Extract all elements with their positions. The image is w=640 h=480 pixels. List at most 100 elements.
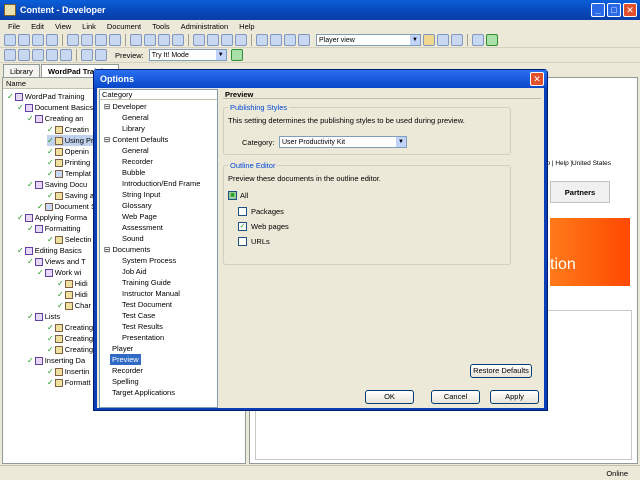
redo-icon[interactable] [144, 34, 156, 46]
new-icon[interactable] [4, 34, 16, 46]
section-icon[interactable] [18, 49, 30, 61]
tree-item[interactable]: ✓ Inserting Da [27, 355, 85, 366]
category-item[interactable]: System Process [122, 255, 176, 266]
category-item[interactable]: Introduction/End Frame [122, 178, 200, 189]
link-icon[interactable] [221, 34, 233, 46]
menu-help[interactable]: Help [239, 22, 254, 31]
move-down-icon[interactable] [95, 49, 107, 61]
tab-partners[interactable]: Partners [550, 181, 610, 203]
menu-view[interactable]: View [55, 22, 71, 31]
layout-icon[interactable] [423, 34, 435, 46]
tree-item[interactable]: ✓ Applying Forma [17, 212, 87, 223]
columns-icon[interactable] [451, 34, 463, 46]
menu-document[interactable]: Document [107, 22, 141, 31]
category-item[interactable]: Web Page [122, 211, 157, 222]
category-item[interactable]: Bubble [122, 167, 145, 178]
apply-button[interactable]: Apply [490, 390, 539, 404]
category-item[interactable]: Training Guide [122, 277, 171, 288]
publish-icon[interactable] [46, 34, 58, 46]
tree-item[interactable]: ✓ Insertin [47, 366, 89, 377]
tree-item[interactable]: ✓ Lists [27, 311, 60, 322]
category-item[interactable]: Library [122, 123, 145, 134]
category-item[interactable]: Instructor Manual [122, 288, 180, 299]
preview-mode-combo[interactable]: Try It! Mode ▼ [148, 49, 227, 61]
save-icon[interactable] [32, 34, 44, 46]
category-item[interactable]: Job Aid [122, 266, 147, 277]
tree-item[interactable]: ✓ Creating [47, 322, 93, 333]
tree-item[interactable]: ✓ Editing Basics [17, 245, 82, 256]
go-icon[interactable] [230, 49, 243, 61]
category-item[interactable]: Test Document [122, 299, 172, 310]
find-icon[interactable] [193, 34, 205, 46]
tab-library[interactable]: Library [3, 64, 40, 77]
category-item[interactable]: ⊟ Developer [104, 101, 147, 112]
tree-item[interactable]: ✓ Openin [47, 146, 89, 157]
menu-edit[interactable]: Edit [31, 22, 44, 31]
tree-item[interactable]: ✓ Creating [47, 333, 93, 344]
document-icon[interactable] [4, 49, 16, 61]
menu-administration[interactable]: Administration [181, 22, 229, 31]
category-item[interactable]: General [122, 145, 149, 156]
help-icon[interactable] [235, 34, 247, 46]
category-item[interactable]: Player [112, 343, 133, 354]
properties-icon[interactable] [472, 34, 484, 46]
region-links[interactable]: lp | Help ) [545, 160, 573, 167]
tree-item[interactable]: ✓ Using Pr [47, 135, 94, 146]
copy-icon[interactable] [81, 34, 93, 46]
checkbox-urls[interactable] [238, 237, 247, 246]
paste-icon[interactable] [95, 34, 107, 46]
checkbox-web-pages[interactable]: ✓ [238, 222, 247, 231]
dialog-close-button[interactable]: ✕ [530, 72, 544, 86]
tree-item[interactable]: ✓ Work wi [37, 267, 81, 278]
maximize-button[interactable]: □ [607, 3, 621, 17]
category-item[interactable]: Glossary [122, 200, 152, 211]
package-icon[interactable] [60, 49, 72, 61]
category-item[interactable]: Spelling [112, 376, 139, 387]
spelling-icon[interactable] [207, 34, 219, 46]
category-item[interactable]: Assessment [122, 222, 163, 233]
tree-item[interactable]: ✓ Selectin [47, 234, 91, 245]
web-page-icon[interactable] [46, 49, 58, 61]
topic-icon[interactable] [32, 49, 44, 61]
category-item[interactable]: Test Results [122, 321, 163, 332]
tree-item[interactable]: ✓ Saving a [47, 190, 94, 201]
delete-icon[interactable] [109, 34, 121, 46]
tree-item[interactable]: ✓ Hidi [57, 289, 88, 300]
category-item[interactable]: General [122, 112, 149, 123]
tree-item[interactable]: ✓ Formatt [47, 377, 91, 388]
tree-item[interactable]: ✓ Document Basics [17, 102, 93, 113]
tree-item[interactable]: ✓ Printing [47, 157, 90, 168]
tree-item[interactable]: ✓ Creatin [47, 124, 89, 135]
checkbox-all[interactable]: ■ [228, 191, 237, 200]
tree-item[interactable]: ✓ Char [57, 300, 91, 311]
export-icon[interactable] [270, 34, 282, 46]
category-item[interactable]: Target Applications [112, 387, 175, 398]
restore-defaults-button[interactable]: Restore Defaults [470, 364, 532, 378]
ok-button[interactable]: OK [365, 390, 414, 404]
refresh-icon[interactable] [486, 34, 498, 46]
menu-link[interactable]: Link [82, 22, 96, 31]
menu-tools[interactable]: Tools [152, 22, 170, 31]
checkbox-packages[interactable] [238, 207, 247, 216]
tree-item[interactable]: ✓ Creating an [27, 113, 83, 124]
category-item-selected[interactable]: Preview [110, 354, 141, 365]
import-icon[interactable] [256, 34, 268, 46]
view-combo[interactable]: Player view ▼ [316, 34, 421, 46]
indent-icon[interactable] [158, 34, 170, 46]
split-icon[interactable] [437, 34, 449, 46]
tree-item[interactable]: ✓ Document S [37, 201, 96, 212]
category-item[interactable]: Sound [122, 233, 144, 244]
tree-item[interactable]: ✓ Templat [47, 168, 91, 179]
open-icon[interactable] [18, 34, 30, 46]
tree-item[interactable]: ✓ WordPad Training [7, 91, 85, 102]
country-selector[interactable]: United States [572, 160, 611, 167]
undo-icon[interactable] [130, 34, 142, 46]
record-icon[interactable] [298, 34, 310, 46]
cancel-button[interactable]: Cancel [431, 390, 480, 404]
tree-item[interactable]: ✓ Creating [47, 344, 93, 355]
cut-icon[interactable] [67, 34, 79, 46]
minimize-button[interactable]: _ [591, 3, 605, 17]
category-item[interactable]: String Input [122, 189, 160, 200]
tree-item[interactable]: ✓ Formatting [27, 223, 81, 234]
move-up-icon[interactable] [81, 49, 93, 61]
